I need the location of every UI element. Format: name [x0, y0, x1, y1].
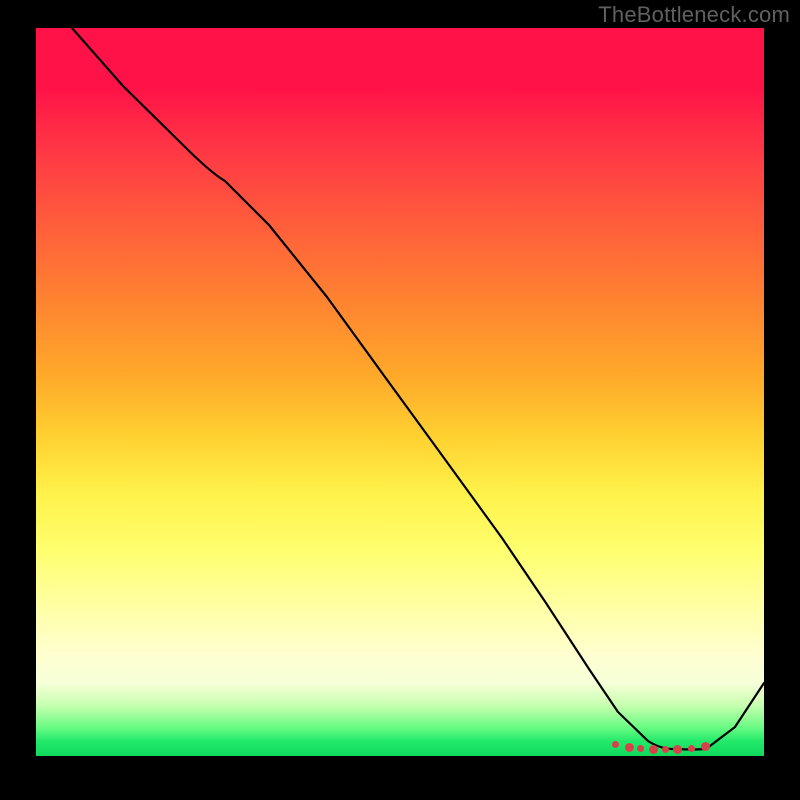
marker-dot: [701, 742, 710, 751]
marker-dot: [637, 745, 644, 752]
marker-dot: [673, 745, 682, 754]
marker-dot: [612, 741, 619, 748]
marker-dot: [649, 745, 658, 754]
marker-dot: [662, 746, 669, 753]
marker-dot: [625, 743, 634, 752]
watermark-text: TheBottleneck.com: [598, 2, 790, 28]
plot-area: [36, 28, 764, 756]
chart-container: TheBottleneck.com: [0, 0, 800, 800]
optimal-zone-markers: [36, 28, 764, 756]
marker-dot: [688, 745, 695, 752]
